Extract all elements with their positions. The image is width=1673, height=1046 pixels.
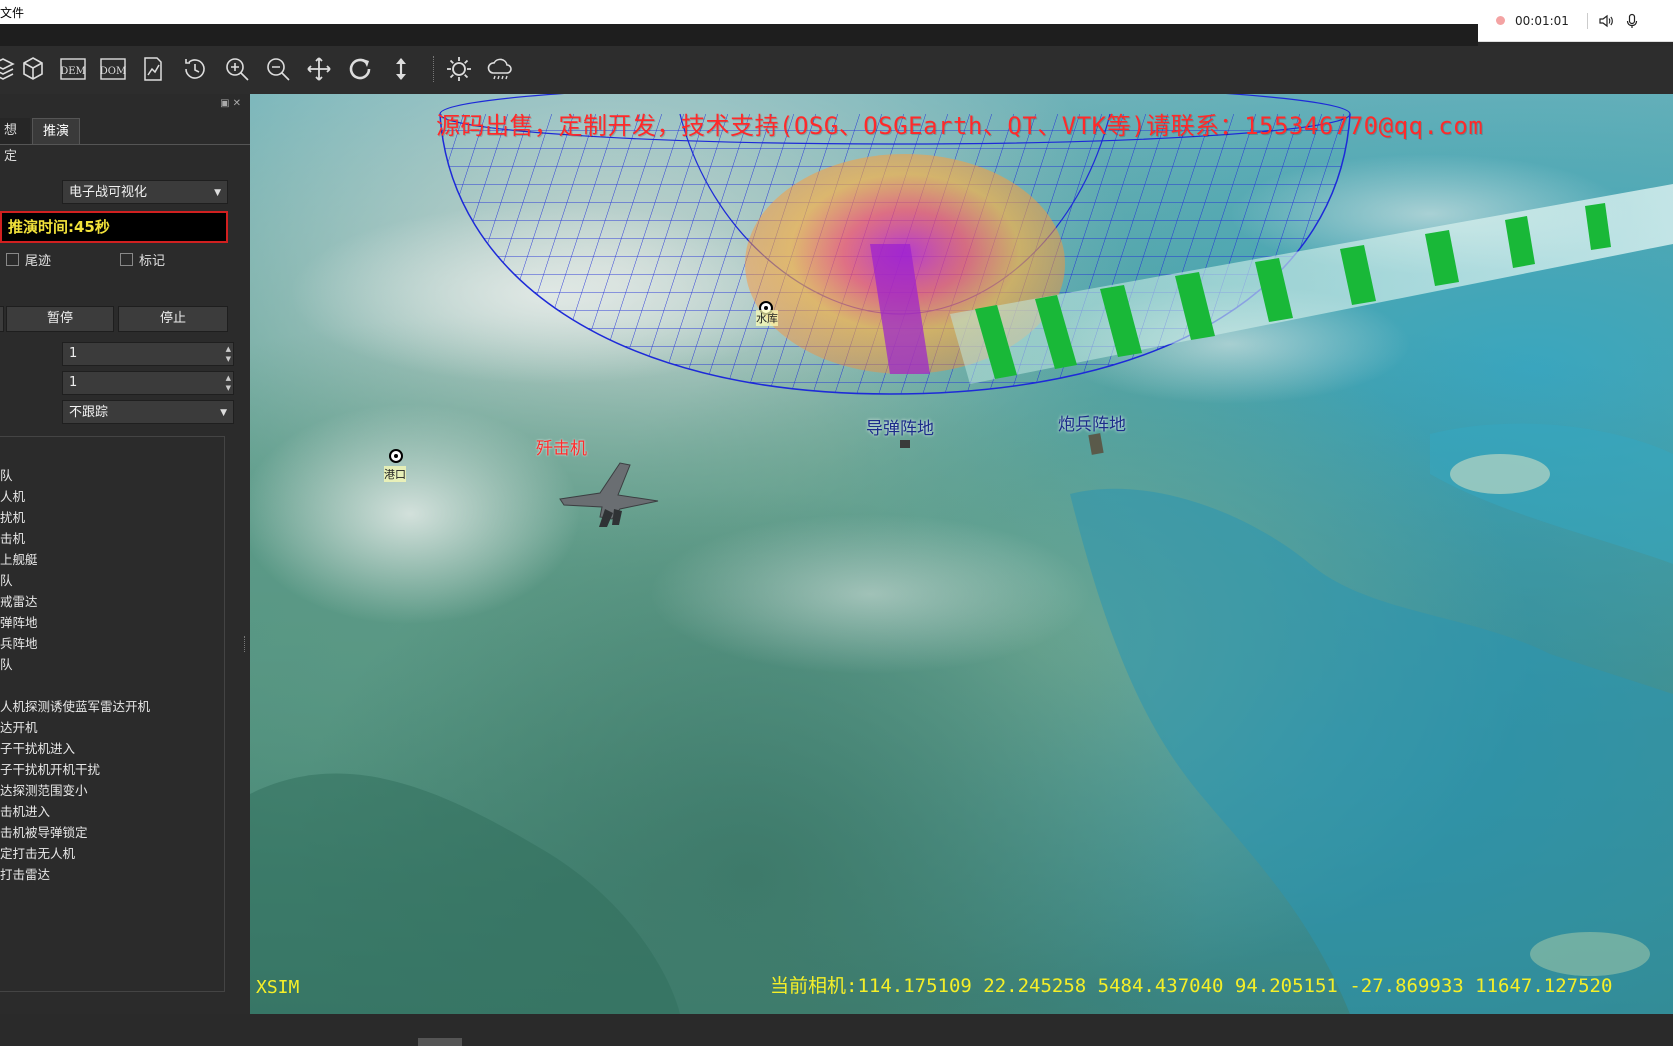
toolbar: DEM DOM — [0, 46, 1673, 95]
toolbar-separator — [433, 56, 436, 82]
zoom-out-button[interactable] — [261, 52, 295, 86]
zoom-in-icon — [226, 58, 249, 81]
list-item[interactable]: 队 — [0, 465, 13, 484]
event-item[interactable]: 人机探测诱使蓝军雷达开机 — [0, 696, 150, 715]
screen-recorder-widget: 00:01:01 — [1478, 0, 1673, 42]
xsim-logo-text: XSIM — [256, 977, 300, 998]
recorder-divider — [1586, 12, 1588, 29]
vertical-move-icon — [396, 58, 406, 80]
list-item[interactable]: 队 — [0, 570, 13, 589]
chevron-down-icon: ▼ — [220, 408, 227, 418]
list-item[interactable]: 弹阵地 — [0, 612, 38, 631]
status-bar — [0, 1014, 1673, 1046]
speed-spinbox-value: 1 — [69, 346, 78, 361]
cube-icon — [23, 57, 43, 80]
refresh-icon — [349, 58, 371, 80]
panel-splitter-handle[interactable] — [244, 636, 248, 652]
history-icon — [185, 59, 205, 79]
list-item[interactable]: 击机 — [0, 528, 25, 547]
checkbox-box — [6, 253, 19, 266]
map-viewport[interactable]: 源码出售，定制开发，技术支持(OSG、OSGEarth、QT、VTK等)请联系：… — [250, 94, 1673, 1014]
svg-text:DOM: DOM — [100, 66, 126, 77]
dem-icon: DEM — [60, 58, 86, 80]
history-button[interactable] — [178, 52, 212, 86]
start-button[interactable] — [0, 306, 4, 332]
model-button[interactable] — [16, 52, 50, 86]
panel-float-close-icons[interactable]: ▣✕ — [220, 98, 244, 109]
deduce-time-display: 推演时间:45秒 — [0, 211, 228, 243]
profile-button[interactable] — [136, 52, 170, 86]
title-gap — [0, 24, 1478, 46]
record-dot-icon — [1496, 16, 1505, 25]
event-item[interactable]: 击机被导弹锁定 — [0, 822, 88, 841]
weather-button[interactable] — [483, 52, 517, 86]
chevron-down-icon: ▼ — [214, 188, 221, 198]
label-artillery-site: 炮兵阵地 — [1058, 415, 1126, 435]
pause-button[interactable]: 暂停 — [6, 306, 114, 332]
event-item[interactable]: 击机进入 — [0, 801, 50, 820]
svg-text:DEM: DEM — [60, 66, 86, 77]
list-item[interactable]: 人机 — [0, 486, 25, 505]
scene-graphics — [250, 94, 1673, 1014]
camera-readout: 当前相机:114.175109 22.245258 5484.437040 94… — [770, 975, 1613, 997]
list-item[interactable]: 兵阵地 — [0, 633, 38, 652]
step-spinbox[interactable]: 1 ▲ ▼ — [62, 371, 234, 395]
scenario-tree[interactable]: 队 人机 扰机 击机 上舰艇 队 戒雷达 弹阵地 兵阵地 队 人机探测诱使蓝军雷… — [0, 436, 225, 992]
dom-icon: DOM — [100, 58, 126, 80]
label-fighter: 歼击机 — [536, 439, 587, 459]
list-item[interactable]: 上舰艇 — [0, 549, 38, 568]
tab-deduce[interactable]: 推演 — [32, 118, 80, 144]
label-missile-site: 导弹阵地 — [866, 419, 934, 439]
event-item[interactable]: 打击雷达 — [0, 864, 50, 883]
scenario-panel: ▣✕ 想定 推演 电子战可视化 ▼ 推演时间:45秒 尾迹 标记 暂停 停止 1… — [0, 94, 251, 1010]
list-item[interactable]: 扰机 — [0, 507, 25, 526]
tab-underline — [0, 144, 250, 145]
zoom-out-icon — [267, 58, 290, 81]
watermark-text: 源码出售，定制开发，技术支持(OSG、OSGEarth、QT、VTK等)请联系：… — [436, 112, 1484, 140]
speaker-icon[interactable] — [1598, 13, 1614, 29]
checkbox-box — [120, 253, 133, 266]
event-item[interactable]: 子干扰机进入 — [0, 738, 75, 757]
label-port: 港口 — [384, 466, 406, 482]
tab-scenario[interactable]: 想定 — [0, 118, 30, 164]
trail-checkbox-label: 尾迹 — [25, 254, 52, 269]
pan-icon — [307, 57, 331, 81]
spin-arrows-icon[interactable]: ▲ ▼ — [226, 373, 231, 393]
microphone-icon[interactable] — [1624, 13, 1640, 29]
event-item[interactable]: 达开机 — [0, 717, 38, 736]
mark-checkbox-label: 标记 — [139, 254, 166, 269]
zoom-in-button[interactable] — [220, 52, 254, 86]
speed-spinbox[interactable]: 1 ▲ ▼ — [62, 342, 234, 366]
step-spinbox-value: 1 — [69, 375, 78, 390]
event-item[interactable]: 达探测范围变小 — [0, 780, 88, 799]
stop-button[interactable]: 停止 — [118, 306, 228, 332]
dom-button[interactable]: DOM — [96, 52, 130, 86]
event-item[interactable]: 子干扰机开机干扰 — [0, 759, 100, 778]
menu-file[interactable]: 文件 — [0, 4, 24, 21]
list-item[interactable]: 戒雷达 — [0, 591, 38, 610]
lighting-button[interactable] — [442, 52, 476, 86]
mode-select-value: 电子战可视化 — [69, 185, 148, 200]
refresh-button[interactable] — [343, 52, 377, 86]
sun-icon — [447, 57, 471, 81]
menu-bar: 文件 — [0, 0, 1673, 24]
list-item[interactable]: 队 — [0, 654, 13, 673]
chart-icon — [144, 57, 162, 81]
panel-tabs: 想定 推演 — [0, 118, 250, 164]
cloud-rain-icon — [487, 58, 512, 80]
trail-checkbox[interactable]: 尾迹 — [6, 250, 51, 269]
track-select[interactable]: 不跟踪 ▼ — [62, 400, 234, 424]
label-reservoir: 水库 — [756, 310, 778, 326]
stack-icon — [0, 58, 15, 80]
event-item[interactable]: 定打击无人机 — [0, 843, 75, 862]
mode-select[interactable]: 电子战可视化 ▼ — [62, 180, 228, 204]
record-time: 00:01:01 — [1515, 13, 1569, 28]
mark-checkbox[interactable]: 标记 — [120, 250, 165, 269]
pan-button[interactable] — [302, 52, 336, 86]
horizontal-scrollbar-thumb[interactable] — [418, 1038, 462, 1046]
track-select-value: 不跟踪 — [69, 405, 109, 420]
vertical-move-button[interactable] — [384, 52, 418, 86]
dem-button[interactable]: DEM — [56, 52, 90, 86]
spin-arrows-icon[interactable]: ▲ ▼ — [226, 344, 231, 364]
